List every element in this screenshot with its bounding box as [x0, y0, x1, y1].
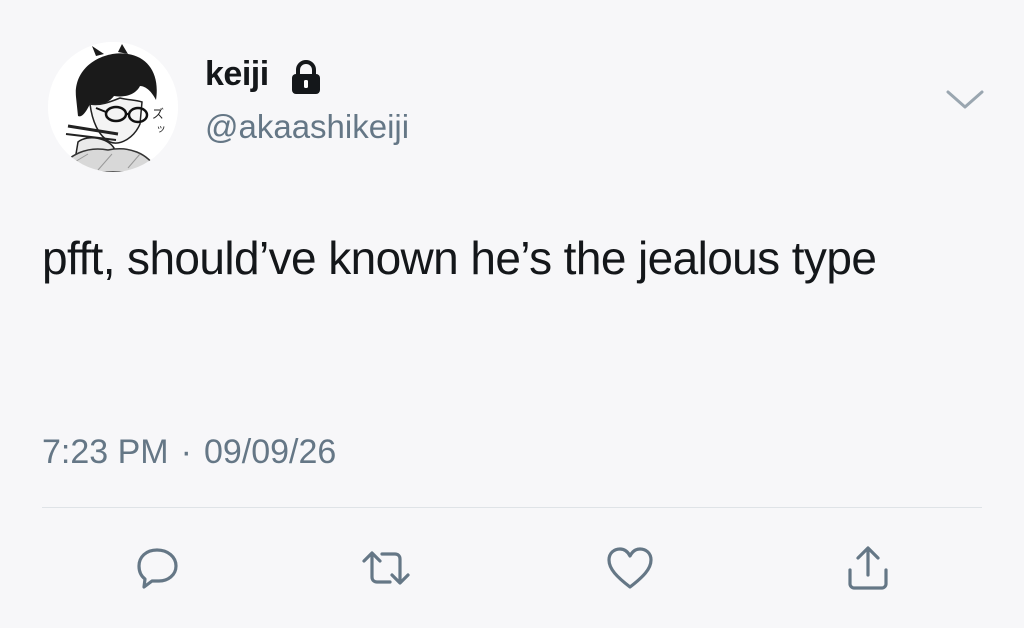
divider [42, 507, 982, 508]
svg-text:ッ: ッ [156, 124, 166, 135]
tweet-timestamp[interactable]: 7:23 PM · 09/09/26 [42, 432, 336, 472]
retweet-button[interactable] [360, 542, 412, 594]
tweet-card: ズ ッ keiji @akaashikeiji pfft, should’ve … [0, 0, 1024, 628]
tweet-time: 7:23 PM [42, 433, 169, 471]
reply-icon [137, 548, 178, 589]
share-button[interactable] [842, 542, 894, 594]
meta-separator: · [180, 433, 192, 471]
tweet-text: pfft, should’ve known he’s the jealous t… [42, 232, 877, 284]
svg-text:ズ: ズ [152, 106, 164, 121]
lock-icon [289, 59, 323, 96]
heart-icon [607, 547, 653, 589]
share-icon [848, 546, 888, 590]
avatar[interactable]: ズ ッ [48, 42, 178, 172]
user-handle[interactable]: @akaashikeiji [205, 107, 409, 147]
chevron-down-icon[interactable] [944, 84, 986, 114]
avatar-image: ズ ッ [48, 42, 178, 172]
tweet-date: 09/09/26 [203, 433, 337, 471]
retweet-icon [362, 551, 410, 585]
reply-button[interactable] [132, 542, 184, 594]
like-button[interactable] [604, 542, 656, 594]
display-name[interactable]: keiji [205, 54, 269, 94]
